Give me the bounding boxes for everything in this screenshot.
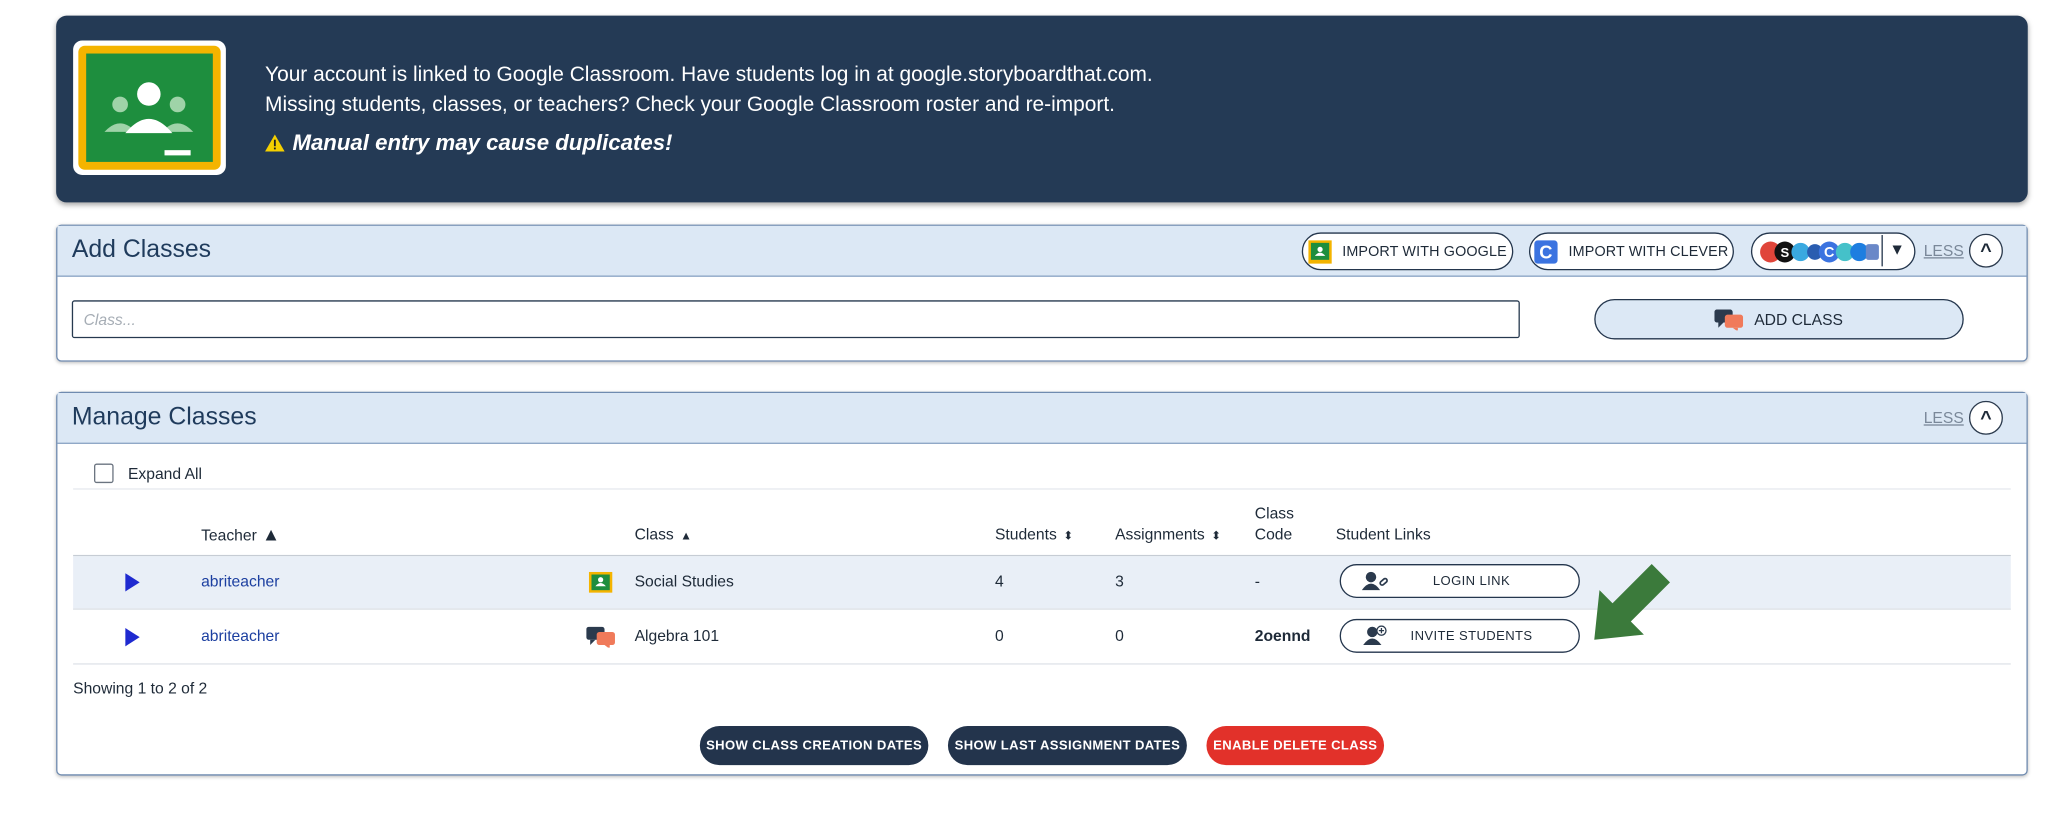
sort-icon: ⬍ [1211, 528, 1222, 542]
invite-students-button[interactable]: INVITE STUDENTS [1339, 618, 1580, 653]
expand-all-label: Expand All [127, 464, 203, 483]
invite-students-label: INVITE STUDENTS [1410, 628, 1533, 644]
teacher-link[interactable]: abriteacher [201, 627, 279, 645]
table-row: abriteacher Social Studies 4 3 - LOGIN L… [73, 556, 2011, 610]
col-students-header[interactable]: Students ⬍ [995, 524, 1073, 546]
integration-logos-icon: S C [1760, 240, 1879, 262]
add-classes-panel: Add Classes IMPORT WITH GOOGLE C IMPORT … [56, 224, 2028, 362]
banner-line-2: Missing students, classes, or teachers? … [265, 94, 1115, 117]
collapse-up-icon[interactable]: ^ [1968, 233, 2003, 268]
chevron-down-icon: ▼ [1889, 240, 1906, 259]
import-clever-label: IMPORT WITH CLEVER [1568, 243, 1729, 260]
green-arrow-icon [1594, 564, 1670, 640]
expand-row-icon[interactable] [125, 573, 140, 592]
login-link-button[interactable]: LOGIN LINK [1339, 564, 1580, 599]
table-row: abriteacher Algebra 101 0 0 2oennd INVIT… [73, 611, 2011, 665]
manage-classes-header: Manage Classes LESS ^ [57, 393, 2027, 444]
add-classes-header: Add Classes IMPORT WITH GOOGLE C IMPORT … [57, 225, 2027, 277]
col-student-links-header: Student Links [1336, 524, 1431, 545]
show-class-creation-dates-button[interactable]: SHOW CLASS CREATION DATES [699, 725, 929, 766]
manage-classes-less-link[interactable]: LESS [1924, 409, 1964, 427]
login-link-label: LOGIN LINK [1432, 573, 1511, 589]
show-last-assignment-dates-button[interactable]: SHOW LAST ASSIGNMENT DATES [947, 725, 1187, 766]
student-count: 0 [994, 626, 1004, 646]
clever-icon: C [1534, 239, 1559, 264]
chat-bubbles-icon [1715, 308, 1744, 330]
col-class-label: Class [634, 524, 674, 544]
add-class-label: ADD CLASS [1754, 310, 1844, 329]
col-teacher-label: Teacher [201, 526, 257, 545]
expand-all-row: Expand All [73, 458, 2011, 490]
banner-warning: Manual entry may cause duplicates! [292, 130, 673, 156]
col-teacher-header[interactable]: Teacher ▲ [201, 524, 280, 546]
expand-all-checkbox[interactable] [94, 463, 114, 484]
add-user-icon [1363, 625, 1387, 646]
chat-bubbles-icon [586, 626, 615, 648]
google-classroom-icon [1308, 239, 1332, 264]
student-count: 4 [994, 571, 1004, 591]
col-class-code-header: Class Code [1255, 503, 1294, 545]
import-clever-button[interactable]: C IMPORT WITH CLEVER [1528, 232, 1734, 271]
manage-classes-title: Manage Classes [71, 403, 257, 431]
google-classroom-banner: Your account is linked to Google Classro… [56, 15, 2028, 203]
add-classes-title: Add Classes [71, 236, 212, 264]
showing-count: Showing 1 to 2 of 2 [73, 678, 208, 698]
google-classroom-icon [588, 571, 613, 593]
class-name-input[interactable] [71, 300, 1520, 339]
google-classroom-logo-icon [73, 40, 226, 175]
class-name[interactable]: Social Studies [635, 572, 734, 590]
warning-icon [265, 134, 285, 152]
col-class-code-label-1: Class [1254, 504, 1294, 523]
import-google-button[interactable]: IMPORT WITH GOOGLE [1301, 232, 1514, 271]
col-class-code-label-2: Code [1254, 524, 1293, 544]
col-students-label: Students [994, 524, 1057, 544]
svg-text:C: C [1540, 241, 1553, 262]
col-student-links-label: Student Links [1335, 524, 1431, 544]
collapse-up-icon[interactable]: ^ [1968, 400, 2003, 435]
add-class-button[interactable]: ADD CLASS [1594, 299, 1964, 340]
sort-icon: ▲ [680, 528, 692, 542]
integrations-dropdown[interactable]: S C ▼ [1750, 232, 1916, 271]
svg-text:C: C [1824, 245, 1835, 261]
sort-asc-icon: ▲ [262, 523, 281, 545]
add-classes-less-link[interactable]: LESS [1924, 242, 1964, 260]
teacher-link[interactable]: abriteacher [201, 572, 279, 590]
user-link-icon [1361, 571, 1388, 591]
class-name[interactable]: Algebra 101 [635, 627, 720, 645]
sort-icon: ⬍ [1063, 528, 1074, 542]
class-code: 2oennd [1254, 626, 1311, 646]
class-code: - [1254, 571, 1261, 591]
banner-line-1: Your account is linked to Google Classro… [265, 63, 1153, 87]
assignment-count: 0 [1115, 626, 1124, 646]
assignment-count: 3 [1115, 571, 1124, 591]
import-google-label: IMPORT WITH GOOGLE [1342, 243, 1507, 260]
enable-delete-class-button[interactable]: ENABLE DELETE CLASS [1206, 725, 1385, 766]
manage-classes-panel: Manage Classes LESS ^ Expand All Teacher… [56, 391, 2028, 776]
col-class-header[interactable]: Class ▲ [635, 524, 692, 546]
expand-row-icon[interactable] [125, 628, 140, 647]
col-assignments-header[interactable]: Assignments ⬍ [1115, 524, 1221, 546]
svg-text:S: S [1780, 245, 1789, 260]
col-assignments-label: Assignments [1115, 524, 1205, 544]
